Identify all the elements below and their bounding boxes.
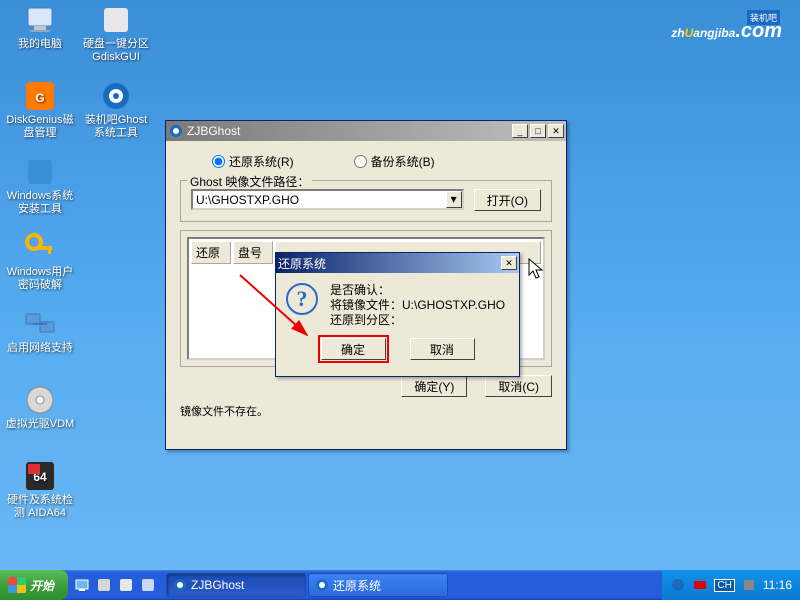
zjb-title: ZJBGhost bbox=[187, 124, 510, 138]
desktop-icon-7[interactable]: 虚拟光驱VDM bbox=[4, 384, 76, 431]
task-icon bbox=[173, 578, 187, 592]
icon-label: 我的电脑 bbox=[4, 38, 76, 51]
windows-logo-icon bbox=[8, 577, 26, 593]
quick-launch bbox=[72, 574, 158, 596]
radio-backup[interactable]: 备份系统(B) bbox=[354, 153, 435, 170]
path-label: Ghost 映像文件路径： bbox=[187, 173, 312, 190]
task-icon bbox=[315, 578, 329, 592]
svg-text:G: G bbox=[35, 91, 44, 105]
confirm-dialog: 还原系统 ✕ ? 是否确认： 将镜像文件：U:\GHOSTXP.GHO 还原到分… bbox=[275, 252, 520, 377]
dlg-message: 是否确认： 将镜像文件：U:\GHOSTXP.GHO 还原到分区： bbox=[330, 283, 505, 328]
ql-app1-icon[interactable] bbox=[94, 574, 114, 596]
task-button-1[interactable]: 还原系统 bbox=[308, 573, 448, 597]
tray-icon-3[interactable] bbox=[741, 577, 757, 593]
desktop-icon-8[interactable]: 64硬件及系统检测 AIDA64 bbox=[4, 460, 76, 520]
desktop-icon-3[interactable]: 装机吧Ghost系统工具 bbox=[80, 80, 152, 140]
icon-label: DiskGenius磁盘管理 bbox=[4, 114, 76, 140]
ql-app2-icon[interactable] bbox=[116, 574, 136, 596]
key-icon bbox=[24, 232, 56, 264]
path-value: U:\GHOSTXP.GHO bbox=[196, 193, 299, 207]
close-button[interactable]: ✕ bbox=[548, 124, 564, 138]
icon-label: 硬件及系统检测 AIDA64 bbox=[4, 494, 76, 520]
taskbar: 开始 ZJBGhost 还原系统 CH 11:16 bbox=[0, 570, 800, 600]
app-icon bbox=[168, 123, 184, 139]
language-indicator[interactable]: CH bbox=[714, 579, 734, 592]
desktop-icon-6[interactable]: 启用网络支持 bbox=[4, 308, 76, 355]
col-restore[interactable]: 还原 bbox=[191, 241, 231, 264]
question-icon: ? bbox=[286, 283, 318, 315]
task-buttons: ZJBGhost 还原系统 bbox=[166, 573, 662, 597]
winsetup-icon bbox=[24, 156, 56, 188]
maximize-button[interactable]: □ bbox=[530, 124, 546, 138]
col-disk[interactable]: 盘号 bbox=[233, 241, 273, 264]
radio-restore[interactable]: 还原系统(R) bbox=[212, 153, 294, 170]
ql-desktop-icon[interactable] bbox=[72, 574, 92, 596]
task-label: ZJBGhost bbox=[191, 578, 244, 592]
icon-label: Windows用户密码破解 bbox=[4, 266, 76, 292]
task-button-0[interactable]: ZJBGhost bbox=[166, 573, 306, 597]
dlg-title: 还原系统 bbox=[278, 255, 499, 272]
ok-button[interactable]: 确定(Y) bbox=[401, 375, 467, 397]
icon-label: 硬盘一键分区GdiskGUI bbox=[80, 38, 152, 64]
dropdown-icon[interactable]: ▾ bbox=[446, 191, 462, 208]
ghost-icon bbox=[100, 80, 132, 112]
icon-label: 装机吧Ghost系统工具 bbox=[80, 114, 152, 140]
icon-label: Windows系统安装工具 bbox=[4, 190, 76, 216]
dg-icon: G bbox=[24, 80, 56, 112]
desktop-icon-2[interactable]: G DiskGenius磁盘管理 bbox=[4, 80, 76, 140]
desktop-icon-5[interactable]: Windows用户密码破解 bbox=[4, 232, 76, 292]
tray-icon-1[interactable] bbox=[670, 577, 686, 593]
watermark-logo: 装机吧 zhUangjiba.com bbox=[671, 12, 782, 44]
cancel-button[interactable]: 取消(C) bbox=[485, 375, 552, 397]
path-group: Ghost 映像文件路径： U:\GHOSTXP.GHO ▾ 打开(O) bbox=[180, 180, 552, 222]
ql-app3-icon[interactable] bbox=[138, 574, 158, 596]
clock[interactable]: 11:16 bbox=[763, 578, 792, 592]
start-button[interactable]: 开始 bbox=[0, 570, 68, 600]
desktop-icon-0[interactable]: 我的电脑 bbox=[4, 4, 76, 51]
system-tray: CH 11:16 bbox=[662, 570, 800, 600]
zjb-titlebar[interactable]: ZJBGhost _ □ ✕ bbox=[166, 121, 566, 141]
computer-icon bbox=[24, 4, 56, 36]
dlg-ok-button[interactable]: 确定 bbox=[321, 338, 386, 360]
task-label: 还原系统 bbox=[333, 577, 381, 594]
minimize-button[interactable]: _ bbox=[512, 124, 528, 138]
cd-icon bbox=[24, 384, 56, 416]
tool-icon bbox=[100, 4, 132, 36]
icon-label: 虚拟光驱VDM bbox=[4, 418, 76, 431]
net-icon bbox=[24, 308, 56, 340]
dlg-titlebar[interactable]: 还原系统 ✕ bbox=[276, 253, 519, 273]
aida-icon: 64 bbox=[24, 460, 56, 492]
desktop-icon-1[interactable]: 硬盘一键分区GdiskGUI bbox=[80, 4, 152, 64]
icon-label: 启用网络支持 bbox=[4, 342, 76, 355]
status-text: 镜像文件不存在。 bbox=[180, 403, 552, 419]
path-combo[interactable]: U:\GHOSTXP.GHO ▾ bbox=[191, 189, 464, 210]
tray-icon-2[interactable] bbox=[692, 577, 708, 593]
desktop-icon-4[interactable]: Windows系统安装工具 bbox=[4, 156, 76, 216]
open-button[interactable]: 打开(O) bbox=[474, 189, 541, 211]
dlg-cancel-button[interactable]: 取消 bbox=[410, 338, 475, 360]
dlg-close-button[interactable]: ✕ bbox=[501, 256, 517, 270]
